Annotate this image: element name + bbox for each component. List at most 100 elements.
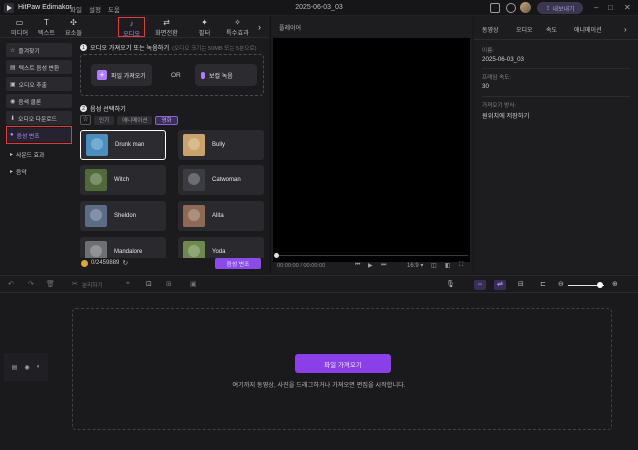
menu-file[interactable]: 파일	[70, 4, 82, 14]
filter-chip-movie[interactable]: 영화	[155, 115, 178, 125]
playback-scrubber[interactable]	[275, 255, 468, 256]
zoom-out-icon[interactable]: ⊖	[558, 280, 564, 288]
step-2-heading: 2 음성 선택하기	[80, 104, 126, 113]
player-title: 플레이어	[279, 26, 302, 32]
video-preview[interactable]	[273, 38, 470, 262]
avatar[interactable]	[520, 2, 531, 13]
tab-video[interactable]: 동영상	[482, 25, 499, 34]
track-visible-icon[interactable]: ▤	[12, 364, 18, 371]
menu-help[interactable]: 도움	[108, 4, 120, 14]
player-panel: 플레이어 00:00:00 / 00:00:00 ⏮ ▶ ⏭ 16:9 ▾ ◫ …	[271, 16, 472, 273]
volume-icon[interactable]: ◧	[445, 262, 451, 269]
caret-right-icon: ▸	[10, 168, 14, 175]
tab-effects[interactable]: ✧ 특수효과	[224, 17, 251, 37]
marker-icon[interactable]: ⌖	[126, 280, 130, 288]
sidebar-item-voice-clone[interactable]: ◉ 음색 클론	[6, 94, 72, 108]
import-file-label: 파일 가져오기	[111, 73, 146, 80]
tab-filters[interactable]: ✦ 필터	[191, 17, 218, 37]
sidebar-item-extract-audio[interactable]: ▣ 오디오 추출	[6, 77, 72, 91]
step-1-heading: 1 오디오 가져오기 또는 녹음하기 (오디오 크기는 50MB 또는 5분으로…	[80, 43, 256, 52]
frame-rate-label: 프레임 속도:	[482, 75, 511, 81]
magnet-snap-icon[interactable]: ⇔	[474, 280, 486, 290]
scissors-icon[interactable]: ✂	[72, 280, 78, 288]
redo-icon[interactable]: ↷	[28, 280, 34, 288]
sidebar-item-voice-changer[interactable]: ● 음성 변조	[6, 128, 72, 142]
maximize-icon[interactable]: □	[608, 3, 613, 12]
tab-elements[interactable]: ✣ 요소들	[60, 17, 87, 37]
split-label[interactable]: 분리하기	[82, 281, 103, 289]
voice-card-bully[interactable]: Bully	[178, 130, 264, 160]
voice-clone-icon: ◉	[10, 98, 16, 105]
export-button[interactable]: ⇪ 내보내기	[537, 2, 583, 14]
next-frame-icon[interactable]: ⏭	[381, 262, 386, 269]
zoom-in-icon[interactable]: ⊕	[612, 280, 618, 288]
refresh-icon[interactable]: ↻	[122, 259, 128, 267]
voice-card-alita[interactable]: Alita	[178, 201, 264, 231]
link-icon[interactable]: ⇌	[494, 280, 506, 290]
chevron-right-icon[interactable]: ›	[624, 25, 627, 34]
download-icon[interactable]	[506, 3, 516, 13]
microphone-icon[interactable]: 🎙	[446, 280, 455, 288]
import-method-label: 가져오기 방식:	[482, 103, 516, 109]
fullscreen-icon[interactable]: ⛶	[459, 262, 463, 269]
tab-audio[interactable]: ♪ 오디오	[118, 17, 145, 38]
play-icon[interactable]: ▶	[368, 262, 373, 269]
tab-audio-props[interactable]: 오디오	[516, 25, 533, 34]
mute-icon[interactable]: ◐	[37, 364, 41, 370]
coin-icon	[81, 259, 88, 267]
import-file-button[interactable]: + 파일 가져오기	[91, 64, 152, 86]
tab-speed[interactable]: 속도	[546, 25, 557, 34]
previous-frame-icon[interactable]: ⏮	[355, 262, 360, 269]
sidebar-item-audio-download[interactable]: ⬇ 오디오 다운로드	[6, 111, 72, 125]
screenshot-icon[interactable]: ▣	[190, 280, 197, 288]
delete-icon[interactable]: 🗑	[46, 280, 55, 288]
tab-transitions[interactable]: ⇄ 화면전환	[153, 17, 180, 37]
minimize-icon[interactable]: –	[594, 3, 598, 12]
text-box-icon[interactable]: ⊡	[146, 280, 152, 288]
sidebar-item-favorites[interactable]: ☆ 즐겨찾기	[6, 43, 72, 57]
voice-card-witch[interactable]: Witch	[80, 165, 166, 195]
voice-card-yoda[interactable]: Yoda	[178, 237, 264, 258]
split-audio-icon[interactable]: ⊟	[518, 280, 524, 288]
sidebar-item-tts[interactable]: ▤ 텍스트 음성 변환	[6, 60, 72, 74]
voice-avatar	[86, 134, 108, 156]
tab-text[interactable]: T 텍스트	[33, 17, 60, 37]
eye-icon[interactable]: ◉	[24, 364, 29, 371]
record-vocal-button[interactable]: 보컬 녹음	[195, 64, 257, 86]
snapshot-icon[interactable]: ◫	[431, 262, 437, 269]
voice-card-drunk-man[interactable]: Drunk man	[80, 130, 166, 160]
name-value: 2025-06-03_03	[482, 56, 524, 63]
zoom-slider-handle[interactable]	[597, 282, 603, 288]
scrubber-handle[interactable]	[274, 253, 279, 258]
media-icon: ▭	[15, 18, 24, 27]
close-icon[interactable]: ✕	[624, 3, 631, 12]
filter-chip-animation[interactable]: 애니메이션	[117, 115, 153, 125]
voice-avatar	[85, 241, 107, 258]
sidebar-item-music[interactable]: ▸ 음악	[6, 164, 72, 178]
aspect-ratio-select[interactable]: 16:9 ▾	[407, 262, 423, 269]
star-filter-icon[interactable]: ☆	[80, 115, 91, 125]
credits-row: 0/2459889 ↻	[81, 259, 128, 267]
elements-icon: ✣	[70, 18, 77, 27]
fit-timeline-icon[interactable]: ⊏	[540, 280, 546, 288]
transition-icon: ⇄	[163, 18, 170, 27]
voice-card-mandalore[interactable]: Mandalore	[80, 237, 166, 258]
voice-card-catwoman[interactable]: Catwoman	[178, 165, 264, 195]
chevron-right-icon[interactable]: ›	[258, 22, 261, 32]
tab-media[interactable]: ▭ 미디어	[6, 17, 33, 37]
voice-convert-button[interactable]: 음성 변조	[215, 258, 261, 269]
menu-settings[interactable]: 설정	[89, 4, 101, 14]
filter-chip-popular[interactable]: 인기	[94, 115, 115, 125]
sidebar-item-sound-effects[interactable]: ▸ 사운드 효과	[6, 147, 72, 161]
voice-changer-icon: ●	[10, 132, 14, 138]
tab-label: 미디어	[10, 30, 29, 37]
crop-icon[interactable]: ⊞	[166, 280, 172, 288]
voice-list: Drunk man Bully Witch Catwoman Sheldon A…	[78, 128, 268, 258]
undo-icon[interactable]: ↶	[8, 280, 14, 288]
timeline-import-button[interactable]: 파일 가져오기	[295, 354, 391, 373]
microphone-icon	[201, 71, 205, 79]
voice-card-sheldon[interactable]: Sheldon	[80, 201, 166, 231]
text-icon: T	[44, 18, 49, 27]
tab-animation[interactable]: 애니메이션	[574, 25, 602, 34]
chat-icon[interactable]	[490, 3, 500, 13]
